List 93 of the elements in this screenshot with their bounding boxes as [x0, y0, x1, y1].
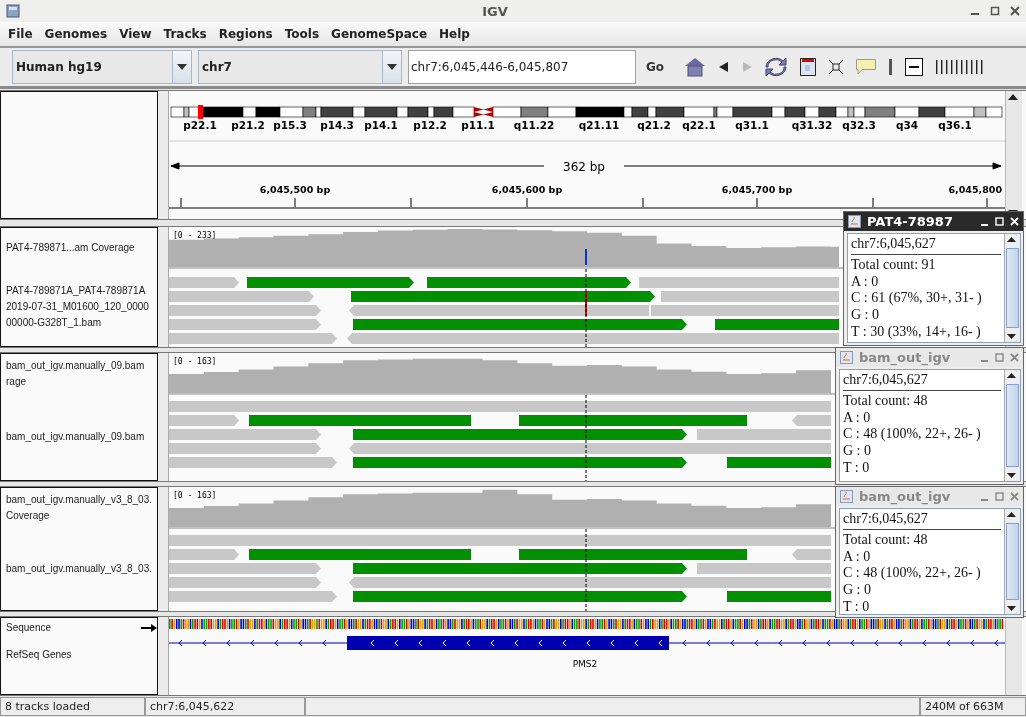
band-label: q31.32 — [791, 119, 833, 131]
count-text: C : 61 (67%, 30+, 31- ) — [851, 290, 983, 308]
track-name: Sequence — [5, 621, 52, 635]
maximize-icon[interactable] — [990, 6, 1000, 16]
home-icon[interactable] — [684, 57, 707, 77]
menu-item[interactable]: Genomes — [38, 27, 114, 41]
track-name: bam_out_igv.manually_09.bam — [5, 359, 146, 373]
count-text: Total count: 91 — [851, 256, 937, 274]
menu-item[interactable]: File — [2, 27, 39, 41]
region-icon[interactable] — [800, 58, 817, 76]
popup-title: bam_out_igv — [859, 350, 952, 365]
track-name: PAT4-789871A_PAT4-789871A — [5, 284, 147, 298]
menu-item[interactable]: Regions — [212, 27, 279, 41]
locus-text: chr7:6,045,627 — [851, 236, 1001, 255]
scrollbar[interactable] — [1005, 617, 1022, 695]
track-name: rage — [5, 375, 27, 389]
status-text: chr7:6,045,622 — [145, 697, 305, 716]
chromosome-dropdown[interactable]: chr7 — [198, 50, 402, 84]
band-label: q34 — [895, 119, 919, 131]
count-text: T : 0 — [843, 599, 871, 614]
track-name: bam_out_igv.manually_09.bam — [5, 430, 146, 444]
band-label: p12.2 — [413, 119, 447, 131]
range-label: [0 - 163] — [173, 491, 217, 500]
back-icon[interactable] — [719, 62, 730, 72]
menu-item[interactable]: View — [113, 27, 158, 41]
band-label: p15.3 — [273, 119, 307, 131]
band-label: q21.11 — [578, 119, 620, 131]
locus-field[interactable]: chr7:6,045,446-6,045,807 — [408, 50, 636, 84]
band-label: p22.1 — [183, 119, 217, 131]
track-name: 2019-07-31_M01600_120_0000 — [5, 300, 150, 314]
status-text: 240M of 663M — [920, 697, 1026, 716]
zoom-out-icon[interactable] — [905, 58, 924, 76]
count-text: T : 0 — [843, 460, 871, 477]
scroll-thumb[interactable] — [1006, 384, 1019, 467]
scroll-thumb[interactable] — [1006, 248, 1019, 328]
count-text: G : 0 — [851, 307, 880, 324]
band-label: q22.1 — [682, 119, 716, 131]
band-label: p14.3 — [320, 119, 354, 131]
band-label: p11.1 — [461, 119, 495, 131]
track-name: Coverage — [5, 509, 51, 523]
count-text: Total count: 48 — [843, 531, 929, 549]
allele-mark — [585, 249, 587, 265]
resize-icon[interactable] — [829, 60, 844, 74]
menu-item[interactable]: Tools — [278, 27, 326, 41]
band-label: q31.1 — [735, 119, 769, 131]
track-name: RefSeq Genes — [5, 648, 72, 662]
range-label: [0 - 233] — [173, 231, 217, 240]
window-title: IGV — [481, 3, 509, 19]
band-label: q11.22 — [513, 119, 555, 131]
menu-item[interactable]: Tracks — [157, 27, 213, 41]
status-text: 8 tracks loaded — [0, 697, 145, 716]
count-text: T : 30 (33%, 14+, 16- ) — [851, 324, 982, 341]
track-name: 00000-G328T_1.bam — [5, 316, 103, 330]
go-button[interactable]: Go — [642, 52, 669, 82]
refresh-icon[interactable] — [765, 57, 788, 77]
scroll-thumb[interactable] — [1006, 523, 1019, 600]
span-label: 362 bp — [563, 160, 605, 174]
count-text: A : 0 — [843, 548, 872, 566]
popup-title: bam_out_igv — [859, 489, 952, 504]
arrow-icon[interactable] — [141, 623, 157, 633]
band-label: p21.2 — [231, 119, 265, 131]
count-text: G : 0 — [843, 443, 872, 460]
count-text: C : 48 (100%, 22+, 26- ) — [843, 565, 982, 583]
track-name: bam_out_igv.manually_v3_8_03. — [5, 562, 154, 576]
count-text: G : 0 — [843, 582, 872, 599]
close-icon[interactable] — [1010, 6, 1020, 16]
zoom-ticks-icon[interactable] — [936, 60, 985, 74]
genome-dropdown[interactable]: Human hg19 — [12, 50, 192, 84]
menu-item[interactable]: GenomeSpace — [325, 27, 434, 41]
count-text: Total count: 48 — [843, 392, 929, 410]
ruler-label: 6,045,700 bp — [721, 184, 793, 195]
count-text: C : 48 (100%, 22+, 26- ) — [843, 426, 982, 444]
ruler-label: 6,045,500 bp — [259, 184, 331, 195]
locus-text: chr7:6,045,627 — [843, 511, 1001, 530]
band-label: p14.1 — [364, 119, 398, 131]
count-text: A : 0 — [843, 409, 872, 427]
track-name: bam_out_igv.manually_v3_8_03. — [5, 493, 154, 507]
band-label: q32.3 — [842, 119, 876, 131]
count-text: A : 0 — [851, 273, 880, 291]
track-name: PAT4-789871...am Coverage — [5, 241, 136, 255]
range-label: [0 - 163] — [173, 357, 217, 366]
band-label: q21.2 — [637, 119, 671, 131]
separator-icon — [889, 59, 893, 75]
locus-text: chr7:6,045,627 — [843, 372, 1001, 391]
gene-label: PMS2 — [572, 659, 598, 669]
app-icon — [6, 4, 20, 18]
band-label: q36.1 — [938, 119, 972, 131]
menu-item[interactable]: Help — [433, 27, 476, 41]
ruler-label: 6,045,600 bp — [491, 184, 563, 195]
caret-icon — [177, 64, 187, 70]
caret-icon — [387, 64, 397, 70]
ruler-label: 6,045,800 — [948, 184, 1002, 195]
popup-title: PAT4-78987 — [867, 214, 954, 229]
